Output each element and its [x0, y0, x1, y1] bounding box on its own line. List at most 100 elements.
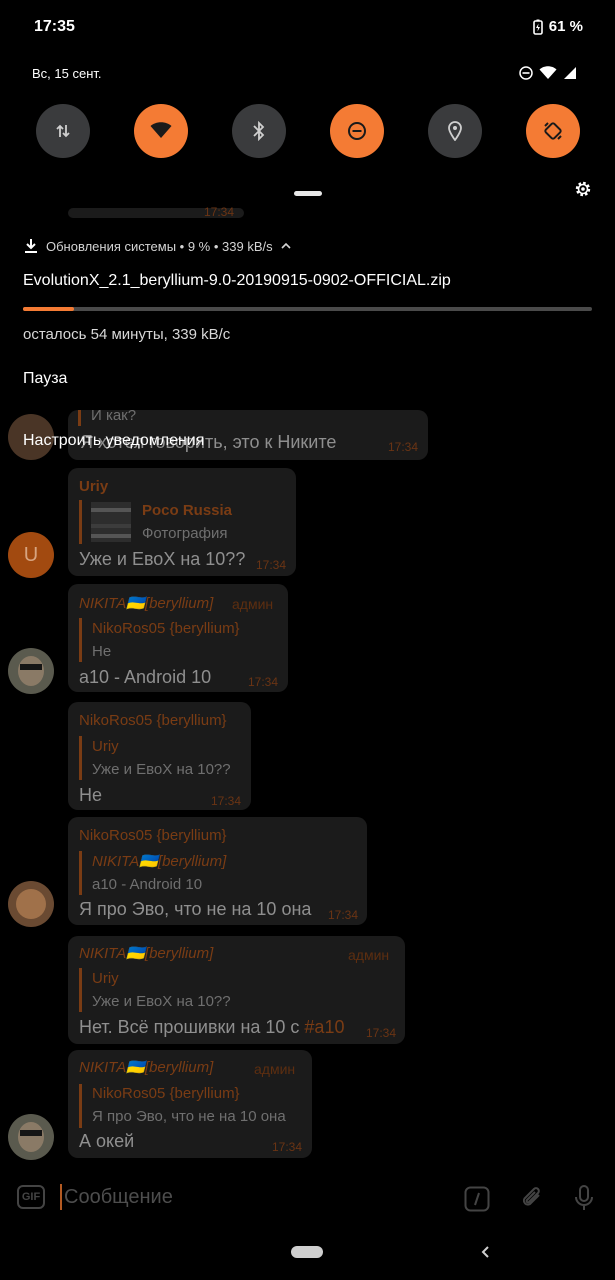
quote-text: Не: [92, 643, 112, 660]
shade-drag-handle[interactable]: [294, 191, 322, 196]
quote-text: Уже и ЕвоX на 10??: [92, 761, 231, 778]
sender-name[interactable]: NIKITA🇺🇦[beryllium]: [79, 944, 213, 962]
message-input-bar: GIF Сообщение: [0, 1174, 615, 1224]
chat-bubble-partial: 17:34: [68, 205, 244, 219]
clock: 17:35: [34, 18, 75, 35]
chat-bubble[interactable]: NIKITA🇺🇦[beryllium] админ Uriy Уже и Ево…: [68, 936, 405, 1044]
battery-charging-icon: [532, 19, 543, 35]
message-text-body: Нет. Всё прошивки на 10 с: [79, 1017, 305, 1037]
tile-mobile-data[interactable]: [36, 104, 90, 158]
message-time: 17:34: [388, 440, 419, 454]
message-text: Я про Эво, что не на 10 она: [79, 899, 312, 919]
microphone-icon[interactable]: [573, 1184, 595, 1212]
chat-background: 17:34 И как? Я хотел говорить, это к Ник…: [0, 200, 615, 1180]
avatar[interactable]: [8, 648, 54, 694]
gif-button[interactable]: GIF: [17, 1185, 45, 1209]
quote-text: Уже и ЕвоX на 10??: [92, 993, 231, 1010]
attach-icon[interactable]: [518, 1184, 546, 1212]
battery-percent: 61 %: [548, 18, 583, 35]
quote-bar: [79, 968, 82, 1012]
chat-bubble[interactable]: NikoRos05 {beryllium} NIKITA🇺🇦[beryllium…: [68, 817, 367, 925]
quote-name: NikoRos05 {beryllium}: [92, 620, 240, 637]
quick-settings-tiles: [36, 104, 581, 158]
wifi-icon: [150, 122, 172, 138]
avatar-letter: U: [23, 543, 39, 566]
message-text: Не: [79, 785, 103, 805]
sender-name[interactable]: NIKITA🇺🇦[beryllium]: [79, 1058, 213, 1076]
quote-bar: [79, 1084, 82, 1128]
chat-bubble[interactable]: NIKITA🇺🇦[beryllium] админ NikoRos05 {ber…: [68, 584, 288, 692]
notification-app-line: Обновления системы • 9 % • 339 kB/s: [46, 238, 273, 254]
chat-bubble[interactable]: NIKITA🇺🇦[beryllium] админ NikoRos05 {ber…: [68, 1050, 312, 1158]
quote-text: Я про Эво, что не на 10 она: [92, 1108, 286, 1125]
quote-bar: [79, 736, 82, 780]
message-time: 17:34: [248, 675, 279, 689]
download-icon: [25, 239, 37, 253]
quote-name: Uriy: [92, 970, 119, 987]
quote-text: Фотография: [142, 525, 228, 542]
date-label: Вс, 15 сент.: [32, 66, 102, 81]
chat-bubble[interactable]: Uriy Poco Russia Фотография Уже и ЕвоX н…: [68, 468, 296, 576]
chevron-up-icon[interactable]: [281, 242, 291, 250]
notification-header[interactable]: Обновления системы • 9 % • 339 kB/s: [24, 238, 291, 254]
slash-command-icon[interactable]: [464, 1186, 490, 1212]
signal-icon: [564, 67, 576, 79]
notification-title: EvolutionX_2.1_beryllium-9.0-20190915-09…: [23, 272, 451, 289]
manage-notifications-button[interactable]: Настроить уведомления: [23, 432, 204, 450]
message-input[interactable]: Сообщение: [64, 1186, 173, 1209]
sender-name[interactable]: NikoRos05 {beryllium}: [79, 827, 227, 844]
download-progress-fill: [23, 307, 75, 311]
data-arrows-icon: [56, 124, 70, 138]
quote-name: NikoRos05 {beryllium}: [92, 1085, 240, 1102]
quote-text: a10 - Android 10: [92, 876, 203, 893]
admin-badge: админ: [348, 947, 390, 963]
quote-bar: [78, 410, 81, 426]
message-time: 17:34: [366, 1026, 397, 1040]
message-text: Нет. Всё прошивки на 10 с #a10: [79, 1017, 344, 1038]
message-time: 17:34: [256, 558, 287, 572]
status-bar: 17:35 61 %: [0, 0, 615, 56]
hashtag-link[interactable]: #a10: [304, 1017, 344, 1037]
download-progress-bar: [23, 307, 592, 311]
pause-button[interactable]: Пауза: [23, 370, 67, 388]
do-not-disturb-icon: [348, 122, 366, 140]
quote-bar: [79, 851, 82, 895]
message-time: 17:34: [272, 1140, 303, 1154]
sender-name[interactable]: NikoRos05 {beryllium}: [79, 712, 227, 729]
back-icon[interactable]: [478, 1242, 492, 1262]
message-time: 17:34: [328, 908, 359, 922]
sender-name[interactable]: NIKITA🇺🇦[beryllium]: [79, 594, 213, 612]
quote-text: И как?: [91, 407, 137, 424]
quote-name: Poco Russia: [142, 502, 233, 519]
message-text: a10 - Android 10: [79, 667, 212, 687]
avatar[interactable]: U: [8, 532, 54, 578]
message-text: А окей: [79, 1131, 135, 1151]
tile-wifi[interactable]: [134, 104, 188, 158]
tile-do-not-disturb[interactable]: [330, 104, 384, 158]
wifi-icon: [539, 66, 557, 79]
tile-location[interactable]: [428, 104, 482, 158]
location-pin-icon: [448, 121, 462, 141]
admin-badge: админ: [254, 1061, 296, 1077]
text-cursor: [60, 1184, 62, 1210]
avatar[interactable]: [8, 881, 54, 927]
quote-name: NIKITA🇺🇦[beryllium]: [92, 853, 227, 870]
quote-bar: [79, 618, 82, 662]
notification-subtitle: осталось 54 минуты, 339 kB/с: [23, 326, 231, 343]
avatar[interactable]: [8, 1114, 54, 1160]
admin-badge: админ: [232, 596, 274, 612]
tile-bluetooth[interactable]: [232, 104, 286, 158]
sender-name[interactable]: Uriy: [79, 478, 108, 495]
home-button[interactable]: [291, 1246, 323, 1258]
quote-bar: [79, 500, 82, 544]
do-not-disturb-icon: [519, 66, 533, 80]
chat-bubble[interactable]: NikoRos05 {beryllium} Uriy Уже и ЕвоX на…: [68, 702, 251, 810]
tile-auto-rotate[interactable]: [526, 104, 580, 158]
message-time: 17:34: [211, 794, 242, 808]
message-text: Уже и ЕвоX на 10??: [79, 549, 246, 569]
battery-indicator: 61 %: [532, 18, 583, 35]
bluetooth-icon: [253, 121, 265, 141]
system-icons: [519, 66, 577, 80]
gear-icon[interactable]: [573, 179, 593, 199]
quote-name: Uriy: [92, 738, 119, 755]
